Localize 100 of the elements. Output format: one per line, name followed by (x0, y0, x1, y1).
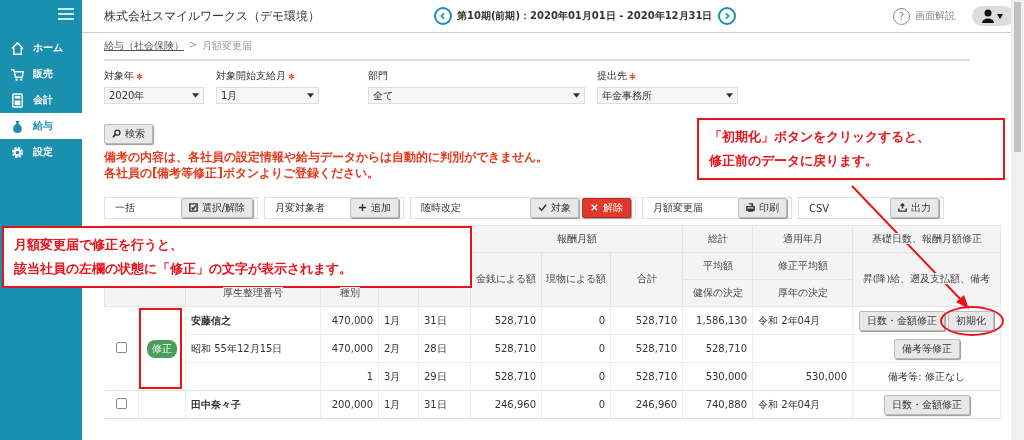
chevron-left-icon (439, 12, 447, 20)
table-cell: 200,000 (331, 399, 373, 410)
calculator-icon (10, 92, 25, 108)
company-name: 株式会社スマイルワークス（デモ環境） (104, 7, 321, 25)
toolbar-label: CSV (809, 202, 830, 214)
toolbar-button[interactable]: 出力 (890, 198, 939, 218)
breadcrumb-link[interactable]: 給与（社会保険） (104, 39, 184, 53)
table-cell: 528,710 (635, 371, 677, 382)
table-cell: 0 (598, 343, 605, 354)
toolbar-button[interactable]: 印刷 (738, 198, 787, 218)
toolbar-label: 随時改定 (421, 201, 461, 215)
user-icon (980, 9, 1006, 23)
column-header: 健保の決定 (692, 286, 743, 298)
table-cell: 令和 2年04月 (758, 314, 821, 326)
annotation-text: 該当社員の左欄の状態に「修正」の文字が表示されます。 (14, 260, 353, 278)
column-header: 総計 (707, 232, 728, 244)
row-checkbox[interactable] (115, 342, 127, 353)
table-cell: 1月 (384, 314, 401, 326)
table-cell: 1,586,130 (696, 315, 747, 326)
table-cell: 31日 (424, 314, 447, 326)
checkbox-icon (188, 203, 198, 212)
money-bag-icon (10, 118, 25, 134)
table-cell: 1 (366, 371, 373, 382)
sidebar-item[interactable]: 給与 (0, 113, 82, 139)
table-cell: 530,000 (705, 371, 747, 382)
table-cell: 470,000 (331, 315, 373, 326)
row-checkbox[interactable] (115, 398, 127, 409)
search-icon (112, 129, 121, 138)
caret-icon (726, 93, 733, 98)
filter-dropdown[interactable]: 年金事務所 (597, 87, 738, 104)
toolbar-label: 月変対象者 (275, 201, 325, 215)
column-header: 適用年月 (782, 232, 823, 244)
search-button[interactable]: 検索 (104, 124, 153, 144)
previous-period-button[interactable] (434, 7, 452, 25)
table-cell: 昭和 55年12月15日 (191, 342, 283, 354)
toolbar-label: 月額変更届 (653, 201, 703, 215)
sidebar-item[interactable]: 設定 (0, 139, 82, 165)
table-cell: 3月 (384, 370, 401, 382)
table-cell: 528,710 (494, 315, 536, 326)
column-header: 金銭による額 (476, 273, 536, 284)
sidebar-item[interactable]: ホーム (0, 35, 82, 61)
settings-icon (10, 144, 25, 160)
toolbar-button[interactable]: 選択/解除 (180, 198, 253, 218)
column-header: 現物による額 (546, 273, 606, 284)
user-menu-button[interactable] (972, 6, 1014, 26)
table-cell: 0 (598, 399, 605, 410)
caret-icon (192, 93, 199, 98)
filter-dropdown[interactable]: 全て (368, 87, 585, 104)
help-link[interactable]: 画面解説 (915, 9, 955, 23)
row-action-button[interactable]: 日数・金額修正 (883, 394, 970, 415)
table-cell: 246,960 (635, 399, 677, 410)
upload-icon (898, 203, 907, 212)
notice-text: 各社員の[備考等修正]ボタンよりご登録ください。 (104, 165, 379, 181)
sidebar-item[interactable]: 販売 (0, 61, 82, 87)
cart-icon (10, 66, 25, 82)
column-header: 修正平均額 (777, 259, 828, 271)
menu-icon[interactable] (58, 8, 74, 20)
table-cell: 246,960 (494, 399, 536, 410)
toolbar-button[interactable]: 対象 (530, 198, 579, 218)
toolbar-button[interactable]: 解除 (582, 198, 631, 218)
breadcrumb-current: 月額変更届 (202, 39, 253, 53)
table-cell: 安藤信之 (191, 314, 231, 326)
column-header: 平均額 (702, 259, 733, 271)
filter-dropdown[interactable]: 1月 (216, 87, 319, 104)
sidebar-item[interactable]: 会計 (0, 87, 82, 113)
column-header: 合計 (636, 273, 657, 284)
row-action-button[interactable]: 備考等修正 (893, 338, 960, 359)
chevron-right-icon (722, 12, 731, 20)
caret-icon (573, 93, 580, 98)
table-cell: 528,710 (635, 343, 677, 354)
table-cell: 528,710 (494, 343, 536, 354)
table-cell: 0 (598, 371, 605, 382)
filter-label: 提出先 (597, 69, 627, 83)
table-cell: 470,000 (331, 343, 373, 354)
filter-label: 部門 (368, 69, 388, 83)
column-header: 昇(降)給、遡及支払額、備考 (862, 273, 991, 284)
table-cell: 528,710 (705, 343, 747, 354)
breadcrumb-separator: > (189, 39, 198, 52)
column-header: 報酬月額 (556, 232, 597, 244)
column-header: 厚年の決定 (777, 286, 828, 298)
row-action-button[interactable]: 日数・金額修正 (859, 310, 945, 331)
caret-icon (307, 93, 314, 98)
toolbar-button[interactable]: 追加 (350, 198, 399, 218)
next-period-button[interactable] (717, 7, 736, 25)
annotation-text: 「初期化」ボタンをクリックすると、 (709, 128, 931, 146)
table-cell: 2月 (384, 342, 401, 354)
home-icon (10, 40, 25, 56)
filter-label: 対象開始支給月 (216, 69, 286, 83)
scrollbar[interactable] (1011, 0, 1024, 440)
row-action-button[interactable]: 初期化 (948, 310, 994, 331)
annotation-text: 修正前のデータに戻ります。 (709, 152, 879, 170)
filter-dropdown[interactable]: 2020年 (104, 87, 204, 104)
table-cell: 31日 (424, 398, 447, 410)
filter-label: 対象年 (104, 69, 134, 83)
table-cell: 28日 (424, 342, 447, 354)
table-cell: 530,000 (805, 371, 847, 382)
table-cell: 令和 2年04月 (758, 398, 821, 410)
close-icon (590, 203, 599, 212)
table-cell: 29日 (424, 370, 447, 382)
plus-icon (358, 203, 367, 212)
